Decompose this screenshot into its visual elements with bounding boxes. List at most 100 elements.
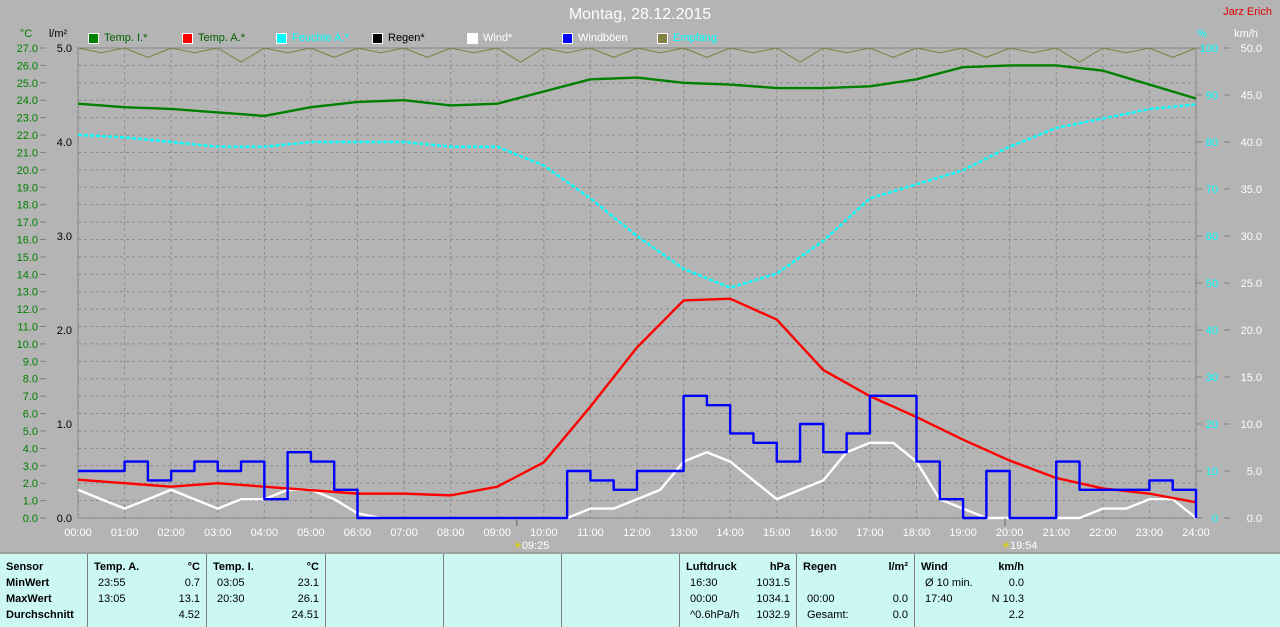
temp-tick-label: 2.0 — [23, 478, 38, 490]
humidity-tick-label: 20 — [1206, 419, 1218, 431]
wind-tick-label: 25.0 — [1241, 278, 1262, 290]
row-time: 00:00 — [807, 593, 835, 605]
x-tick-label: 19:00 — [949, 527, 977, 539]
row-time — [803, 577, 807, 593]
temp-tick-label: 8.0 — [23, 374, 38, 386]
row-time: ^0.6hPa/h — [690, 609, 740, 621]
wind-tick-label: 5.0 — [1247, 466, 1262, 478]
sensor-col: Sensor MinWert MaxWert Durchschnitt — [0, 554, 87, 627]
table-row — [803, 577, 908, 593]
wind-tick-label: 50.0 — [1241, 43, 1262, 55]
pressure-col: Luftdruck hPa 16:30 1031.5 00:00 1034.1 ^0.6hP… — [679, 554, 796, 627]
row-value: 4.52 — [178, 609, 200, 621]
row-label: MaxWert — [6, 593, 52, 605]
wind-tick-label: 45.0 — [1241, 90, 1262, 102]
row-value: 24.51 — [291, 609, 319, 621]
temp-tick-label: 7.0 — [23, 391, 38, 403]
temp-tick-label: 16.0 — [17, 234, 38, 246]
table-row: 00:00 0.0 — [803, 593, 908, 609]
x-tick-label: 13:00 — [670, 527, 698, 539]
row-value: 2.2 — [1008, 609, 1024, 621]
x-tick-label: 02:00 — [157, 527, 185, 539]
x-tick-label: 11:00 — [577, 527, 604, 539]
row-time — [213, 609, 217, 625]
sunset-label: 19:54 — [1010, 540, 1038, 552]
rain-axis-unit: l/m² — [49, 28, 68, 40]
temp-i-col: Temp. I. °C 03:05 23.1 20:30 26.1 24.51 — [206, 554, 325, 627]
temp-tick-label: 9.0 — [23, 356, 38, 368]
rain-col: Regen l/m² 00:00 0.0 Gesamt: 0.0 — [796, 554, 914, 627]
col-unit: °C — [187, 561, 200, 573]
row-value: 0.0 — [1008, 577, 1024, 589]
row-value: 0.7 — [184, 577, 200, 589]
humidity-tick-label: 10 — [1206, 466, 1218, 478]
stats-table: Sensor MinWert MaxWert Durchschnitt Temp… — [0, 552, 1280, 627]
temp-tick-label: 27.0 — [17, 43, 38, 55]
weather-chart: 0.0 1.0 2.0 3.0 4.0 5.0 6.0 7.0 8.0 9.0 10.0 11.0 12… — [17, 28, 1262, 552]
sunrise-label: 09:25 — [522, 540, 550, 552]
row-time: Ø 10 min. — [925, 577, 973, 589]
temp-tick-label: 26.0 — [17, 60, 38, 72]
table-row: 4.52 — [94, 609, 200, 625]
empty-col — [561, 554, 679, 627]
x-tick-label: 17:00 — [856, 527, 884, 539]
row-time: 23:55 — [98, 577, 126, 589]
x-tick-label: 06:00 — [344, 527, 372, 539]
x-tick-label: 23:00 — [1136, 527, 1164, 539]
wind-tick-label: 35.0 — [1241, 184, 1262, 196]
x-tick-label: 00:00 — [64, 527, 92, 539]
empty-col — [325, 554, 443, 627]
wind-tick-label: 10.0 — [1241, 419, 1262, 431]
x-tick-label: 18:00 — [903, 527, 931, 539]
rain-tick-label: 3.0 — [57, 231, 72, 243]
humidity-tick-label: 90 — [1206, 90, 1218, 102]
row-value: N 10.3 — [991, 593, 1024, 605]
wind-tick-label: 20.0 — [1241, 325, 1262, 337]
temp-tick-label: 5.0 — [23, 426, 38, 438]
x-tick-label: 01:00 — [111, 527, 139, 539]
temp-tick-label: 11.0 — [17, 322, 38, 334]
empty-col — [443, 554, 561, 627]
table-row: 00:00 1034.1 — [686, 593, 790, 609]
rain-tick-label: 1.0 — [57, 419, 72, 431]
x-tick-label: 21:00 — [1042, 527, 1070, 539]
col-title: Wind — [921, 561, 948, 573]
col-unit: °C — [306, 561, 319, 573]
humidity-tick-label: 50 — [1206, 278, 1218, 290]
x-tick-label: 07:00 — [390, 527, 418, 539]
temp-tick-label: 17.0 — [17, 217, 38, 229]
temp-tick-label: 3.0 — [23, 461, 38, 473]
row-label: MinWert — [6, 577, 50, 589]
row-time: 03:05 — [217, 577, 245, 589]
x-tick-label: 09:00 — [483, 527, 511, 539]
row-time: 17:40 — [925, 593, 953, 605]
x-tick-label: 15:00 — [763, 527, 791, 539]
x-tick-label: 08:00 — [437, 527, 465, 539]
row-value: 1032.9 — [756, 609, 790, 621]
row-time: 13:05 — [98, 593, 126, 605]
humidity-tick-label: 40 — [1206, 325, 1218, 337]
row-value: 23.1 — [297, 577, 319, 589]
table-row: 17:40 N 10.3 — [921, 593, 1024, 609]
wind-tick-label: 0.0 — [1247, 513, 1262, 525]
col-unit: km/h — [998, 561, 1024, 573]
col-header: Temp. A. °C — [94, 561, 200, 577]
x-tick-label: 04:00 — [251, 527, 279, 539]
wind-col: Wind km/h Ø 10 min. 0.0 17:40 N 10.3 2.2 — [914, 554, 1030, 627]
x-tick-label: 03:00 — [204, 527, 232, 539]
row-value: 0.0 — [892, 593, 908, 605]
temp-tick-label: 12.0 — [17, 304, 38, 316]
x-tick-label: 10:00 — [530, 527, 558, 539]
row-time: 20:30 — [217, 593, 245, 605]
row-value: 26.1 — [297, 593, 319, 605]
humidity-tick-label: 80 — [1206, 137, 1218, 149]
rain-tick-label: 0.0 — [57, 513, 72, 525]
col-unit: hPa — [769, 561, 790, 573]
table-row: 20:30 26.1 — [213, 593, 319, 609]
row-time — [921, 609, 925, 625]
col-title: Temp. A. — [94, 561, 140, 573]
col-header: Luftdruck hPa — [686, 561, 790, 577]
col-header: Temp. I. °C — [213, 561, 319, 577]
row-time: 00:00 — [690, 593, 718, 605]
x-tick-label: 16:00 — [810, 527, 838, 539]
